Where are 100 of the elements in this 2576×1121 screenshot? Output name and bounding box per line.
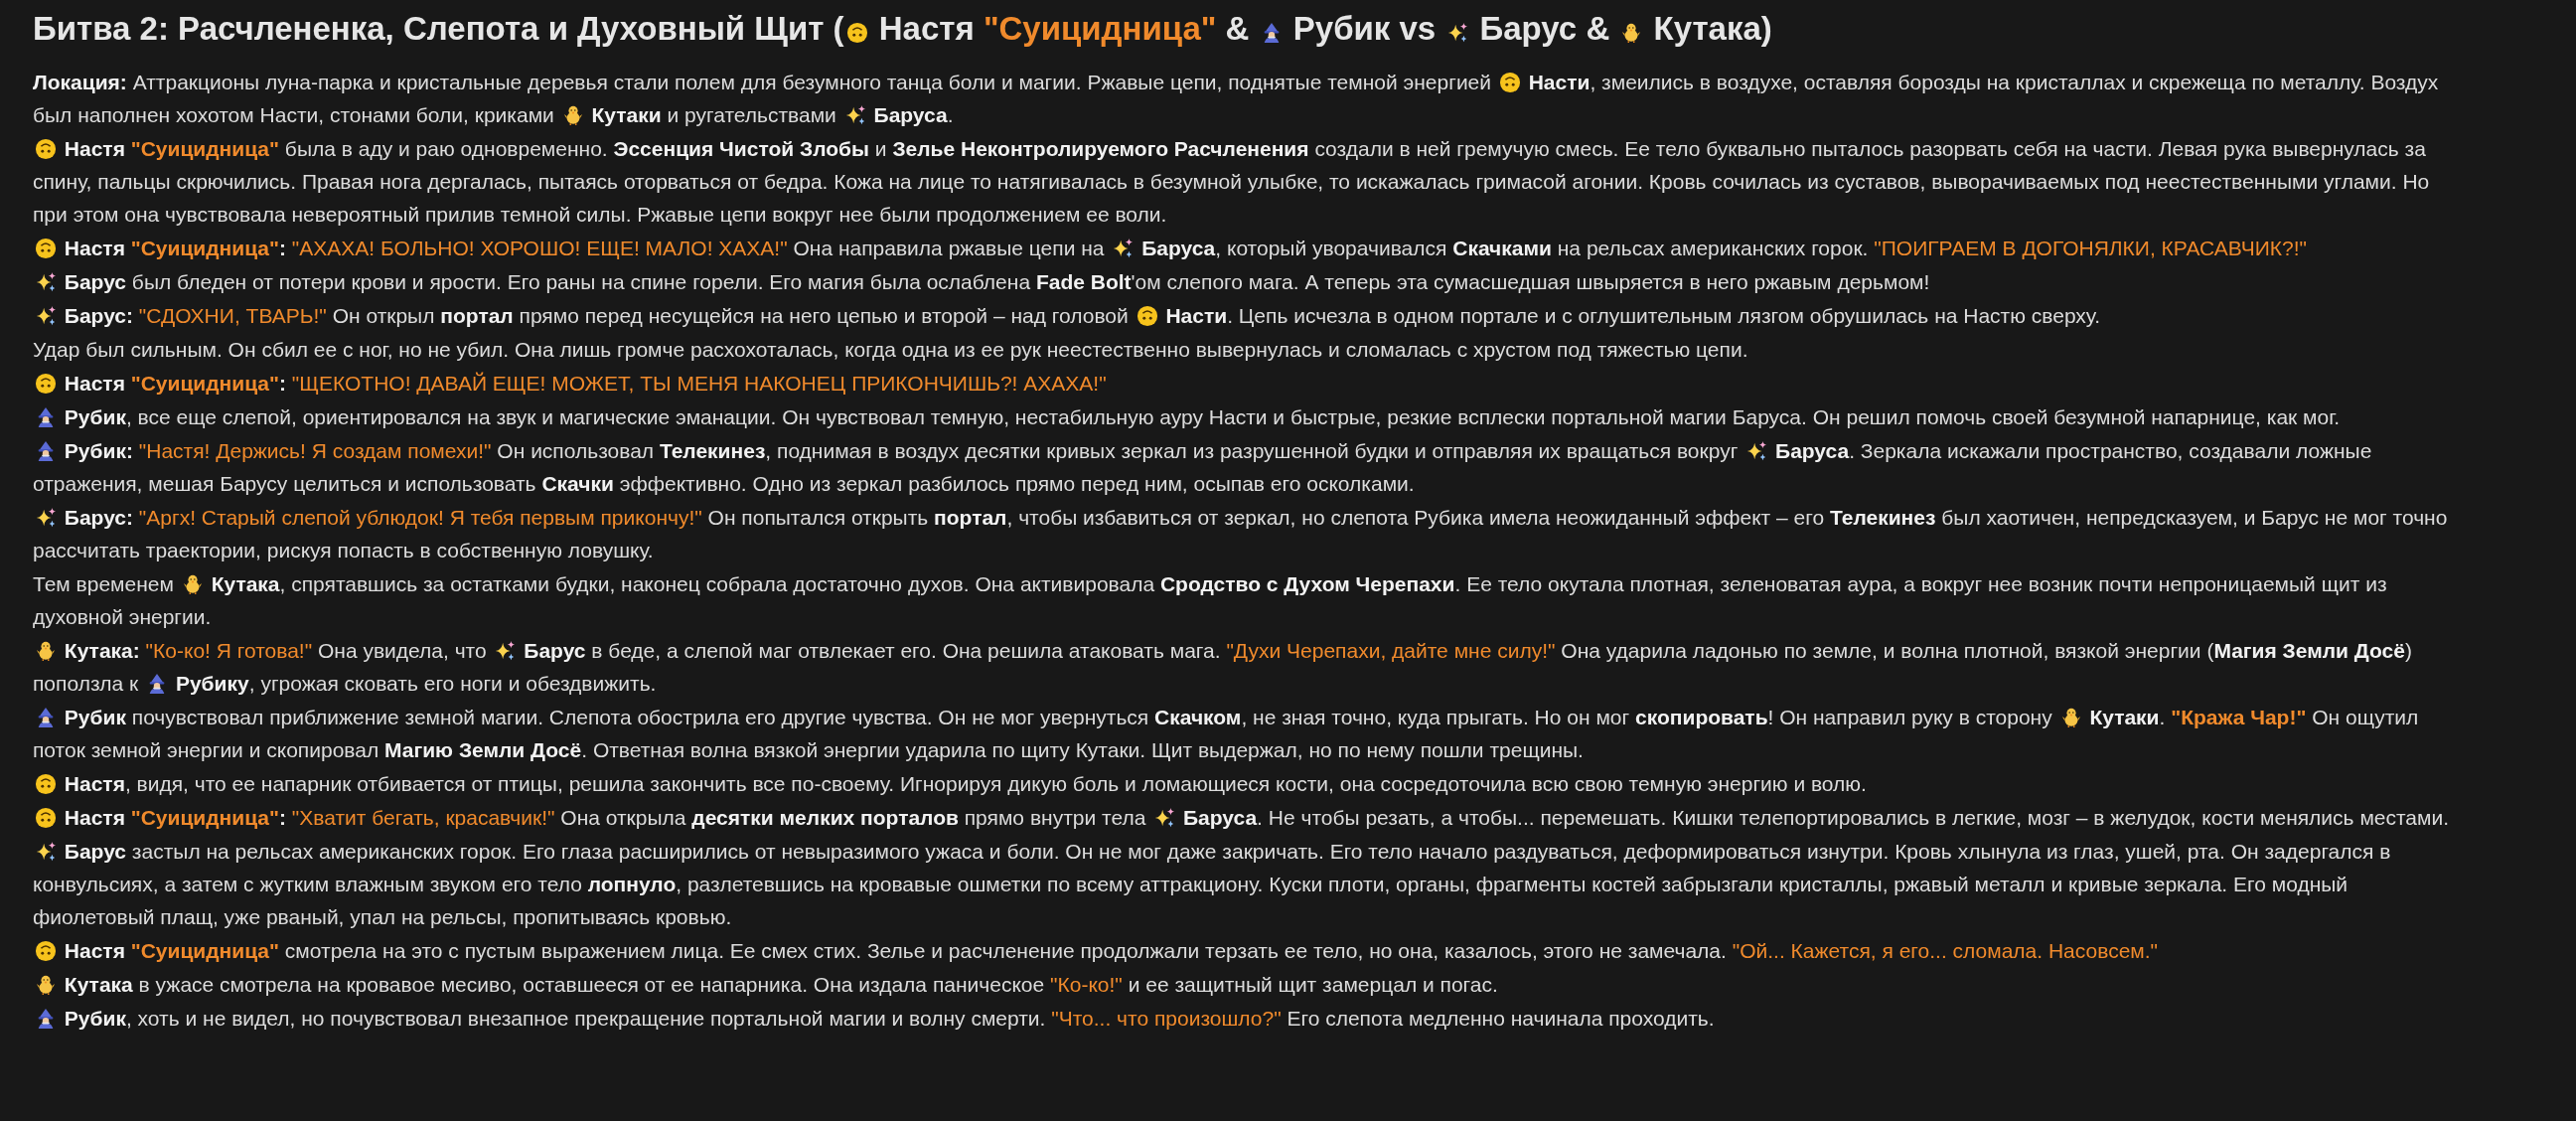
story-text: Баруса. Зеркала искажали пространство, создавали ложные <box>1774 439 2372 462</box>
story-text: поползла к <box>33 672 140 695</box>
story-text: Она ударила ладонью по земле, и волна плотной, вязкой энергии (Магия Земли Досё) <box>1560 639 2412 662</box>
sparkles-icon <box>35 841 57 863</box>
story-text: : <box>279 806 287 829</box>
story-text: Локация: Аттракционы луна-парка и кристальные деревья стали полем для безумного танца боли и магии. Ржавые цепи, поднятые темной энергией <box>33 71 1493 93</box>
upside-down-face-icon <box>35 940 57 962</box>
story-text: Насти, змеились в воздухе, оставляя борозды на кристаллах и скрежеща по металлу. Воздух <box>1527 71 2439 93</box>
story-text: Она направила ржавые цепи на <box>792 237 1106 259</box>
story-text: Рубик, хоть и не видел, но почувствовал внезапное прекращение портальной магии и волну смерти. <box>63 1007 1047 1030</box>
chick-icon <box>35 640 57 662</box>
story-text: Рубик почувствовал приближение земной магии. Слепота обострила его другие чувства. Он не мог увернуться Скачком, не зная точно, куда прыгать. Но он мог скопировать! Он направил руку в сторону <box>63 706 2053 728</box>
story-text: Насти. Цепь исчезла в одном портале и с оглушительным лязгом обрушилась на Настю сверху. <box>1164 304 2101 327</box>
story-text: поток земной энергии и скопировал Магию Земли Досё. Ответная волна вязкой энергии ударила по щиту Кутаки. Щит выдержал, но по нему пошли трещины. <box>33 738 1584 761</box>
story-text: отражения, мешая Барусу целиться и использовать Скачки эффективно. Одно из зеркал разбилось прямо перед ним, осыпав его осколками. <box>33 472 1415 495</box>
sparkles-icon <box>35 507 57 529</box>
dialogue-quote: "АХАХА! БОЛЬНО! ХОРОШО! ЕЩЕ! МАЛО! ХАХА!" <box>291 237 788 259</box>
story-text: Настя <box>63 137 126 160</box>
nickname: "Суицидница" <box>983 10 1217 47</box>
story-text: Баруса. <box>872 103 954 126</box>
story-text: Рубик: <box>63 439 134 462</box>
story-text: Кутака: <box>63 639 141 662</box>
story-text: Кутаки. <box>2088 706 2167 728</box>
dialogue-quote: "Ко-ко! Я готова!" <box>145 639 313 662</box>
story-text: спину, пальцы скрючились. Правая нога дергалась, пытаясь оторваться от бедра. Кожа на лице то натягивалась в безумной улыбке, то искажалась гримасой агонии. Кровь сочилась из суставов, выворачиваемых под неестественными углами. Но <box>33 170 2430 193</box>
sparkles-icon <box>35 305 57 327</box>
story-text: Баруса. Не чтобы резать, а чтобы... перемешать. Кишки телепортировались в легкие, мозг – в желудок, кости менялись местами. <box>1182 806 2450 829</box>
sparkles-icon <box>1745 440 1768 462</box>
story-text: : <box>279 372 287 395</box>
story-text: Баруса, который уворачивался Скачками на рельсах американских горок. <box>1140 237 1870 259</box>
story-text: Его слепота медленно начинала проходить. <box>1286 1007 1715 1030</box>
dialogue-quote: "Аргх! Старый слепой ублюдок! Я тебя первым прикончу!" <box>138 506 702 529</box>
dialogue-quote: "Настя! Держись! Я создам помехи!" <box>138 439 492 462</box>
story-text: Настя <box>63 237 126 259</box>
upside-down-face-icon <box>35 773 57 795</box>
story-text: Она открыла десятки мелких порталов прямо внутри тела <box>559 806 1147 829</box>
story-text: Кутаки и ругательствами <box>590 103 837 126</box>
story-text: Настя <box>63 372 126 395</box>
title-text: Рубик vs <box>1291 10 1438 47</box>
upside-down-face-icon <box>35 238 57 259</box>
story-text: Она увидела, что <box>316 639 488 662</box>
dialogue-quote: "Духи Черепахи, дайте мне силу!" <box>1226 639 1556 662</box>
story-text: Тем временем <box>33 572 175 595</box>
sparkles-icon <box>1112 238 1135 259</box>
nickname: "Суицидница" <box>130 939 279 962</box>
nickname: "Суицидница" <box>130 137 279 160</box>
sparkles-icon <box>1153 807 1176 829</box>
story-text: Он использовал Телекинез, поднимая в воздух десятки кривых зеркал из разрушенной будки и отправляя их вращаться вокруг <box>496 439 1740 462</box>
story-text: Барус: <box>63 304 134 327</box>
upside-down-face-icon <box>1498 72 1521 93</box>
nickname: "Суицидница" <box>130 372 279 395</box>
story-text: : <box>279 237 287 259</box>
story-text: рассчитать траектории, рискуя попасть в собственную ловушку. <box>33 539 654 561</box>
story-text: Он попытался открыть портал, чтобы избавиться от зеркал, но слепота Рубика имела неожиданный эффект – его Телекинез был хаотичен, непредсказуем, и Барус не мог точно <box>706 506 2448 529</box>
dialogue-quote: "Хватит бегать, красавчик!" <box>291 806 555 829</box>
story-text: фиолетовый плащ, уже рваный, упал на рельсы, пропитываясь кровью. <box>33 905 732 928</box>
upside-down-face-icon <box>35 807 57 829</box>
story-text: Рубик, все еще слепой, ориентировался на звук и магические эманации. Он чувствовал темную, нестабильную ауру Насти и быстрые, резкие всплески портальной магии Баруса. Он решил помочь своей безумной напарнице, как мог. <box>63 405 2341 428</box>
title-text: Барус & <box>1478 10 1611 47</box>
story-text: Барус: <box>63 506 134 529</box>
story-text: был наполнен хохотом Насти, стонами боли, криками <box>33 103 555 126</box>
story-text: Настя, видя, что ее напарник отбивается от птицы, решила закончить все по-своему. Игнорируя дикую боль и ломающиеся кости, она сосредоточила всю свою темную энергию и волю. <box>63 772 1867 795</box>
dialogue-quote: "Что... что произошло?" <box>1051 1007 1282 1030</box>
dialogue-quote: "ЩЕКОТНО! ДАВАЙ ЕЩЕ! МОЖЕТ, ТЫ МЕНЯ НАКОНЕЦ ПРИКОНЧИШЬ?! АХАХА!" <box>291 372 1107 395</box>
story-text: Рубику, угрожая сковать его ноги и обездвижить. <box>174 672 657 695</box>
story-text: Кутака, спрятавшись за остатками будки, наконец собрала достаточно духов. Она активировала Сродство с Духом Черепахи. Ее тело окутала плотная, зеленоватая аура, а вокруг нее возник почти непроницаемый щит из <box>210 572 2387 595</box>
story-text: смотрела на это с пустым выражением лица. Ее смех стих. Зелье и расчленение продолжали терзать ее тело, но она, казалось, этого не замечала. <box>283 939 1728 962</box>
story-text: Кутака в ужасе смотрела на кровавое месиво, оставшееся от ее напарника. Она издала паническое <box>63 973 1046 996</box>
sparkles-icon <box>494 640 517 662</box>
dialogue-quote: "СДОХНИ, ТВАРЬ!" <box>138 304 327 327</box>
upside-down-face-icon <box>35 138 57 160</box>
story-text: конвульсиях, а затем с жутким влажным звуком его тело лопнуло, разлетевшись на кровавые ошметки по всему аттракциону. Куски плоти, органы, фрагменты костей забрызгали кристаллы, ржавый металл и кривые зеркала. Его модный <box>33 873 2349 895</box>
story-text: Настя <box>63 806 126 829</box>
story-text: и ее защитный щит замерцал и погас. <box>1127 973 1498 996</box>
story-text: Барус в беде, а слепой маг отвлекает его. Она решила атаковать мага. <box>523 639 1222 662</box>
upside-down-face-icon <box>1136 305 1158 327</box>
story-text: была в аду и раю одновременно. Эссенция Чистой Злобы и Зелье Неконтролируемого Расчленения создали в ней гремучую смесь. Ее тело буквально пыталось разорвать себя на части. Левая рука вывернулась за <box>283 137 2426 160</box>
story-text: Барус застыл на рельсах американских горок. Его глаза расширились от невыразимого ужаса и боли. Он не мог даже закричать. Его тело начало раздуваться, деформироваться изнутри. Кровь хлынула из глаз, ушей, рта. Он задергался в <box>63 840 2391 863</box>
story-text: духовной энергии. <box>33 605 212 628</box>
story-text: Настя <box>63 939 126 962</box>
nickname: "Суицидница" <box>130 806 279 829</box>
title-text: Кутака) <box>1652 10 1772 47</box>
story-text: Он открыл портал прямо перед несущейся на него цепью и второй – над головой <box>331 304 1130 327</box>
nickname: "Суицидница" <box>130 237 279 259</box>
story-text: Он ощутил <box>2311 706 2419 728</box>
dialogue-quote: "ПОИГРАЕМ В ДОГОНЯЛКИ, КРАСАВЧИК?!" <box>1874 237 2308 259</box>
nickname: "Кража Чар!" <box>2171 706 2307 728</box>
sparkles-icon <box>1446 22 1469 44</box>
story-text: Барус был бледен от потери крови и ярости. Его раны на спине горели. Его магия была ослаблена Fade Bolt'ом слепого мага. А теперь эта сумасшедшая швыряется в него ржавым дерьмом! <box>63 270 1930 293</box>
title-text: Настя <box>877 10 976 47</box>
sparkles-icon <box>35 271 57 293</box>
title-text: Битва 2: Расчлененка, Слепота и Духовный Щит ( <box>33 10 844 47</box>
story-text: Удар был сильным. Он сбил ее с ног, но не убил. Она лишь громче расхохоталась, когда одна из ее рук неестественно вывернулась и сломалась с хрустом под тяжестью цепи. <box>33 338 1748 361</box>
story-text: при этом она чувствовала невероятный прилив темной силы. Ржавые цепи вокруг нее были продолжением ее воли. <box>33 203 1167 226</box>
upside-down-face-icon <box>35 373 57 395</box>
dialogue-quote: "Ко-ко!" <box>1050 973 1123 996</box>
chick-icon <box>35 974 57 996</box>
dialogue-quote: "Ой... Кажется, я его... сломала. Насовсем." <box>1732 939 2159 962</box>
title-text: & <box>1224 10 1251 47</box>
upside-down-face-icon <box>845 22 868 44</box>
